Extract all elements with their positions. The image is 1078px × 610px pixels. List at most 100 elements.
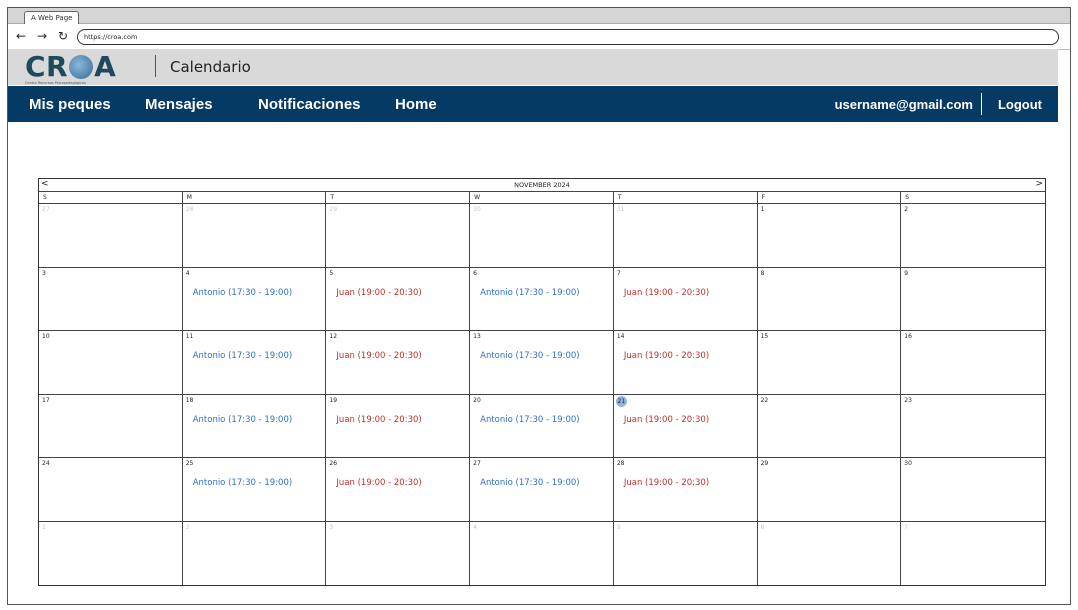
calendar-day[interactable]: 7: [901, 522, 1045, 586]
day-number: 14: [616, 333, 625, 340]
calendar-event[interactable]: Antonio (17:30 - 19:00): [193, 478, 292, 488]
next-month-button[interactable]: >: [1035, 179, 1043, 190]
nav-notificaciones[interactable]: Notificaciones: [258, 96, 361, 113]
day-number: 9: [904, 269, 909, 277]
day-number: 11: [185, 333, 194, 340]
day-number: 4: [185, 269, 190, 277]
calendar-event[interactable]: Juan (19:00 - 20:30): [624, 415, 709, 425]
day-number: 29: [760, 460, 769, 467]
calendar-event[interactable]: Antonio (17:30 - 19:00): [193, 288, 292, 298]
day-number: 31: [616, 206, 625, 213]
calendar-day[interactable]: 4 Antonio (17:30 - 19:00): [182, 267, 327, 331]
calendar-day[interactable]: 15: [757, 331, 902, 395]
reload-icon[interactable]: ↻: [58, 29, 68, 43]
calendar-event[interactable]: Juan (19:00 - 20:30): [624, 351, 709, 361]
weekday-label: T: [614, 192, 758, 203]
logo-subtitle: Centro Recursos Psicopedagógicos: [25, 81, 86, 85]
calendar-day[interactable]: 27 Antonio (17:30 - 19:00): [470, 458, 614, 522]
day-number: 28: [616, 460, 625, 467]
calendar-day[interactable]: 28: [182, 204, 327, 268]
calendar-day[interactable]: 11 Antonio (17:30 - 19:00): [182, 331, 327, 395]
calendar-day[interactable]: 4: [470, 521, 614, 585]
calendar-event[interactable]: Antonio (17:30 - 19:00): [193, 415, 292, 425]
calendar-day[interactable]: 8: [757, 267, 902, 331]
calendar-day[interactable]: 26 Juan (19:00 - 20:30): [326, 458, 471, 522]
arrow-right-icon[interactable]: →: [37, 29, 47, 43]
calendar-day[interactable]: 13 Antonio (17:30 - 19:00): [470, 331, 614, 395]
calendar-day[interactable]: 3: [39, 267, 183, 331]
calendar-day[interactable]: 18 Antonio (17:30 - 19:00): [182, 394, 327, 458]
nav-home[interactable]: Home: [395, 96, 437, 113]
calendar-day[interactable]: 5: [614, 521, 758, 585]
day-number: 19: [329, 396, 338, 404]
calendar-day[interactable]: 6: [758, 521, 902, 585]
calendar-day[interactable]: 1: [39, 521, 183, 585]
calendar-day[interactable]: 24: [39, 458, 183, 522]
calendar-day[interactable]: 28 Juan (19:00 - 20:30): [613, 458, 758, 522]
day-number: 13: [473, 333, 481, 340]
day-number: 30: [904, 460, 912, 467]
calendar-event[interactable]: Juan (19:00 - 20:30): [336, 415, 421, 425]
calendar-day-today[interactable]: 21 Juan (19:00 - 20:30): [613, 394, 758, 458]
day-number: 3: [42, 269, 46, 277]
address-bar[interactable]: https://croa.com: [77, 29, 1059, 45]
weekday-label: W: [470, 192, 614, 203]
calendar-day[interactable]: 12 Juan (19:00 - 20:30): [326, 331, 471, 395]
calendar-day[interactable]: 30: [470, 204, 614, 268]
calendar-day[interactable]: 20 Antonio (17:30 - 19:00): [470, 394, 614, 458]
calendar-day[interactable]: 16: [901, 331, 1045, 395]
weekday-label: M: [183, 192, 327, 203]
day-number: 27: [473, 460, 481, 467]
day-number: 17: [42, 396, 50, 404]
header-divider: [155, 55, 156, 77]
calendar-event[interactable]: Antonio (17:30 - 19:00): [480, 415, 579, 425]
day-number: 5: [329, 269, 334, 277]
calendar-event[interactable]: Juan (19:00 - 20:30): [336, 288, 421, 298]
calendar-day[interactable]: 27: [39, 204, 183, 268]
calendar-event[interactable]: Juan (19:00 - 20:30): [336, 351, 421, 361]
calendar-day[interactable]: 17: [39, 394, 183, 458]
calendar-event[interactable]: Juan (19:00 - 20:30): [624, 478, 709, 488]
calendar-day[interactable]: 25 Antonio (17:30 - 19:00): [182, 458, 327, 522]
calendar-day[interactable]: 14 Juan (19:00 - 20:30): [613, 331, 758, 395]
month-label: NOVEMBER 2024: [514, 181, 570, 189]
calendar-day[interactable]: 30: [901, 458, 1045, 522]
calendar-day[interactable]: 31: [613, 204, 758, 268]
calendar-day[interactable]: 6 Antonio (17:30 - 19:00): [470, 267, 614, 331]
calendar-event[interactable]: Antonio (17:30 - 19:00): [480, 288, 579, 298]
calendar-day[interactable]: 5 Juan (19:00 - 20:30): [326, 267, 471, 331]
day-number: 1: [760, 206, 765, 213]
day-number: 2: [904, 206, 909, 213]
day-number: 27: [42, 206, 50, 213]
nav-mensajes[interactable]: Mensajes: [145, 96, 213, 113]
arrow-left-icon[interactable]: ←: [16, 29, 26, 43]
calendar-header: < NOVEMBER 2024 >: [39, 179, 1045, 192]
day-number: 25: [185, 460, 194, 467]
calendar-day[interactable]: 29: [326, 204, 471, 268]
calendar-day[interactable]: 29: [757, 458, 902, 522]
page-title: Calendario: [170, 58, 251, 76]
calendar-day[interactable]: 1: [757, 204, 902, 268]
globe-icon: [69, 55, 94, 79]
day-number: 5: [616, 523, 621, 531]
calendar-day[interactable]: 2: [183, 521, 327, 585]
nav-mis-peques[interactable]: Mis peques: [29, 96, 111, 113]
calendar-day[interactable]: 19 Juan (19:00 - 20:30): [326, 394, 471, 458]
logout-button[interactable]: Logout: [998, 97, 1042, 112]
day-number: 30: [473, 206, 481, 213]
calendar-day[interactable]: 22: [757, 394, 902, 458]
browser-tab[interactable]: A Web Page: [24, 11, 80, 24]
calendar-day[interactable]: 7 Juan (19:00 - 20:30): [613, 267, 758, 331]
calendar-day[interactable]: 23: [901, 395, 1045, 458]
calendar-day[interactable]: 10: [39, 331, 183, 395]
calendar-day[interactable]: 9: [901, 268, 1045, 331]
calendar-event[interactable]: Antonio (17:30 - 19:00): [193, 351, 292, 361]
calendar-event[interactable]: Juan (19:00 - 20:30): [624, 288, 709, 298]
day-number: 10: [42, 333, 50, 340]
calendar-event[interactable]: Juan (19:00 - 20:30): [336, 478, 421, 488]
calendar-event[interactable]: Antonio (17:30 - 19:00): [480, 351, 579, 361]
croa-logo[interactable]: CR A Centro Recursos Psicopedagógicos: [25, 53, 135, 86]
calendar-event[interactable]: Antonio (17:30 - 19:00): [480, 478, 579, 488]
calendar-day[interactable]: 3: [326, 521, 471, 585]
calendar-day[interactable]: 2: [901, 204, 1045, 268]
